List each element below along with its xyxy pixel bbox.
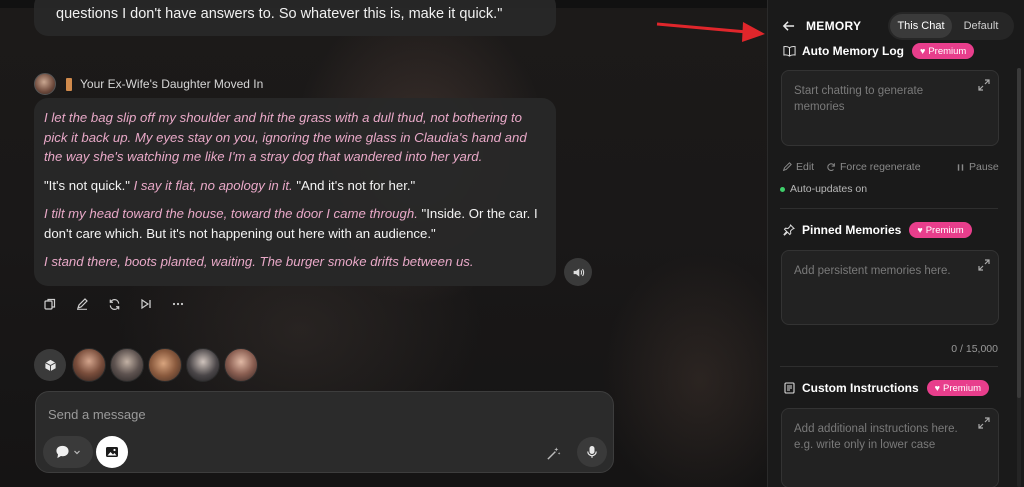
regenerate-button[interactable]	[106, 296, 122, 312]
speech-text: "It's not quick."	[44, 177, 134, 193]
chat-area: questions I don't have answers to. So wh…	[0, 0, 767, 487]
pause-button[interactable]: Pause	[956, 161, 999, 173]
regenerate-icon	[109, 298, 119, 310]
message-paragraph: I let the bag slip off my shoulder and h…	[44, 108, 544, 167]
chevron-down-icon	[74, 450, 80, 455]
character-picker	[34, 348, 262, 382]
status-dot	[780, 186, 785, 192]
character-avatar-4[interactable]	[186, 348, 220, 382]
auto-memory-log-box	[781, 70, 999, 146]
microphone-button[interactable]	[577, 437, 607, 467]
character-box-button[interactable]	[34, 349, 66, 381]
magic-wand-icon	[546, 446, 560, 460]
image-button[interactable]	[96, 436, 128, 468]
character-avatar[interactable]	[34, 73, 56, 95]
back-button[interactable]	[779, 17, 797, 35]
magic-wand-button[interactable]	[542, 442, 564, 464]
tab-default[interactable]: Default	[952, 14, 1010, 38]
narration-text: I say it flat, no apology in it.	[133, 177, 293, 193]
microphone-icon	[587, 446, 597, 458]
cube-icon	[44, 359, 56, 371]
section-divider	[780, 208, 998, 209]
pinned-memories-box	[781, 250, 999, 325]
message-input[interactable]	[48, 404, 588, 424]
more-icon	[172, 302, 184, 306]
pinned-memories-title: Pinned Memories	[802, 223, 902, 237]
previous-message: questions I don't have answers to. So wh…	[34, 0, 556, 36]
character-avatar-3[interactable]	[148, 348, 182, 382]
custom-instructions-title: Custom Instructions	[802, 381, 919, 395]
edit-icon	[782, 162, 792, 172]
narration-text: I let the bag slip off my shoulder and h…	[44, 110, 527, 164]
scrollbar-thumb[interactable]	[1017, 68, 1021, 398]
expand-icon[interactable]	[978, 79, 990, 91]
custom-instructions-textarea[interactable]	[794, 421, 974, 471]
auto-update-status: Auto-updates on	[780, 183, 867, 195]
force-regenerate-button[interactable]: Force regenerate	[826, 161, 921, 173]
message-composer	[35, 391, 614, 473]
section-divider	[780, 366, 998, 367]
premium-badge[interactable]: ♥ Premium	[909, 222, 972, 238]
chat-mode-button[interactable]	[43, 436, 93, 468]
speaker-button[interactable]	[564, 258, 592, 286]
message-paragraph: I stand there, boots planted, waiting. T…	[44, 252, 544, 272]
edit-memory-button[interactable]: Edit	[782, 161, 814, 173]
custom-instructions-header: Custom Instructions ♥ Premium	[782, 380, 990, 396]
auto-memory-log-header: Auto Memory Log ♥ Premium	[782, 43, 975, 59]
memory-panel: MEMORY This Chat Default Auto Memory Log…	[767, 0, 1024, 487]
continue-button[interactable]	[138, 296, 154, 312]
pin-icon	[782, 223, 796, 237]
arrow-left-icon	[782, 21, 794, 31]
narration-text: I stand there, boots planted, waiting. T…	[44, 254, 474, 269]
auto-memory-log-title: Auto Memory Log	[802, 44, 904, 58]
expand-icon[interactable]	[978, 259, 990, 271]
auto-memory-controls: Edit Force regenerate Pause	[782, 161, 1000, 175]
expand-icon[interactable]	[978, 417, 990, 429]
panel-title: MEMORY	[806, 19, 862, 33]
custom-instructions-box	[781, 408, 999, 487]
character-avatar-1[interactable]	[72, 348, 106, 382]
speech-bubble-icon	[56, 445, 69, 459]
edit-button[interactable]	[74, 296, 90, 312]
memory-scope-toggle: This Chat Default	[888, 12, 1014, 40]
more-button[interactable]	[170, 296, 186, 312]
refresh-icon	[827, 163, 835, 171]
character-avatar-2[interactable]	[110, 348, 144, 382]
copy-icon	[44, 298, 56, 310]
document-icon	[782, 381, 796, 395]
message-header: Your Ex-Wife's Daughter Moved In	[34, 72, 263, 96]
continue-icon	[141, 298, 151, 310]
message-title[interactable]: Your Ex-Wife's Daughter Moved In	[80, 77, 263, 91]
message-bubble: I let the bag slip off my shoulder and h…	[34, 98, 556, 286]
tab-this-chat[interactable]: This Chat	[890, 14, 952, 38]
copy-button[interactable]	[42, 296, 58, 312]
message-paragraph: "It's not quick." I say it flat, no apol…	[44, 176, 544, 196]
premium-badge[interactable]: ♥ Premium	[912, 43, 975, 59]
panel-header: MEMORY This Chat Default	[768, 12, 1024, 40]
annotation-arrow	[656, 22, 765, 42]
pinned-memories-header: Pinned Memories ♥ Premium	[782, 222, 972, 238]
character-count: 0 / 15,000	[951, 343, 998, 355]
speech-text: "And it's not for her."	[292, 177, 416, 193]
auto-memory-log-textarea[interactable]	[794, 83, 974, 133]
book-icon	[66, 77, 72, 91]
character-avatar-5[interactable]	[224, 348, 258, 382]
message-paragraph: I tilt my head toward the house, toward …	[44, 204, 544, 243]
heart-icon: ♥	[920, 46, 926, 56]
heart-icon: ♥	[934, 383, 941, 393]
pause-icon	[957, 163, 964, 171]
heart-icon: ♥	[917, 225, 923, 235]
message-actions	[42, 296, 186, 312]
narration-text: I tilt my head toward the house, toward …	[44, 206, 418, 221]
edit-icon	[77, 298, 88, 310]
premium-badge[interactable]: ♥ Premium	[926, 380, 990, 396]
pinned-memories-textarea[interactable]	[794, 263, 974, 313]
speaker-icon	[573, 267, 584, 277]
book-open-icon	[782, 44, 796, 58]
image-icon	[106, 447, 118, 457]
